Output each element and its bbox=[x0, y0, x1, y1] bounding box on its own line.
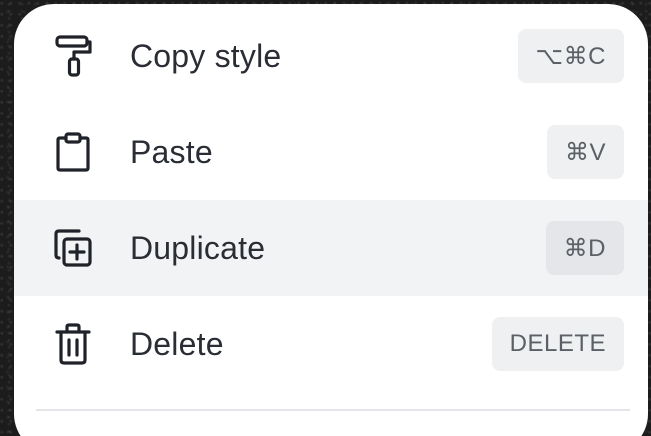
menu-item-duplicate[interactable]: Duplicate ⌘D bbox=[14, 200, 648, 296]
paint-roller-icon bbox=[52, 35, 94, 77]
menu-item-label: Delete bbox=[130, 325, 224, 362]
context-menu: Copy style ⌥⌘C Paste ⌘V Duplicate ⌘D Del… bbox=[14, 4, 648, 436]
trash-icon bbox=[52, 323, 94, 365]
shortcut-badge: ⌥⌘C bbox=[517, 29, 624, 83]
menu-item-copy-style[interactable]: Copy style ⌥⌘C bbox=[14, 8, 648, 104]
menu-divider bbox=[36, 409, 630, 411]
menu-item-label: Paste bbox=[130, 133, 213, 170]
menu-item-paste[interactable]: Paste ⌘V bbox=[14, 104, 648, 200]
menu-item-label: Duplicate bbox=[130, 229, 266, 266]
shortcut-badge: ⌘V bbox=[546, 125, 624, 179]
shortcut-badge: ⌘D bbox=[545, 221, 624, 275]
duplicate-icon bbox=[52, 227, 94, 269]
clipboard-icon bbox=[52, 131, 94, 173]
menu-item-delete[interactable]: Delete DELETE bbox=[14, 296, 648, 392]
menu-item-label: Copy style bbox=[130, 37, 282, 74]
shortcut-badge: DELETE bbox=[491, 317, 624, 371]
